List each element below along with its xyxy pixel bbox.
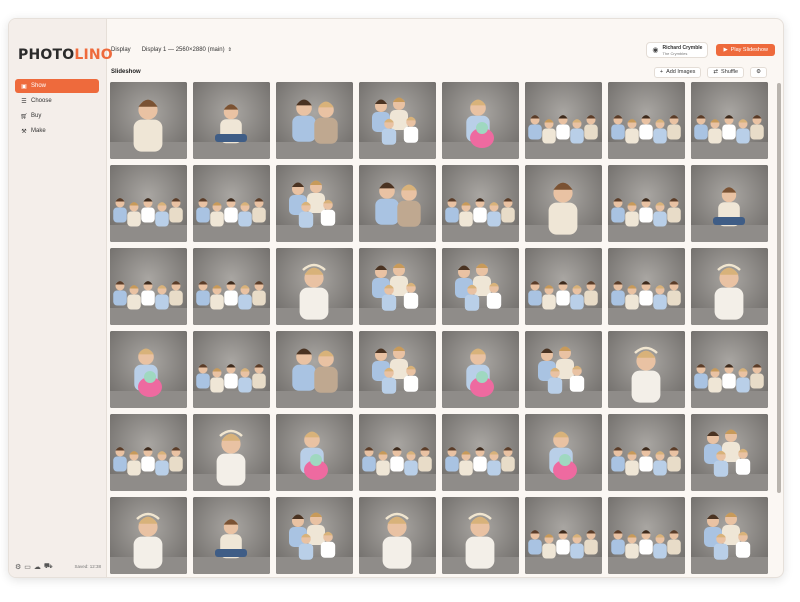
- user-account-button[interactable]: ◉ Richard Crymble The Crymbles: [646, 42, 709, 58]
- photo-thumbnail[interactable]: [276, 165, 353, 242]
- chevron-updown-icon: ⇕: [227, 47, 232, 53]
- sidebar-item-label: Make: [31, 128, 46, 134]
- shuffle-label: Shuffle: [721, 69, 739, 75]
- sidebar-footer: ⚙ ▭ ☁ ⛟ Saved: 12:38: [15, 562, 101, 571]
- sidebar-item-label: Buy: [31, 113, 42, 119]
- settings-button[interactable]: ⚙: [750, 66, 767, 78]
- sidebar-item-label: Choose: [31, 98, 52, 104]
- display-label: Display: [111, 47, 131, 53]
- cart-icon: 🛒︎: [20, 113, 28, 120]
- app-logo: PHOTOLINO: [18, 47, 113, 63]
- sidebar: PHOTOLINO ▣ Show ☰ Choose 🛒︎ Buy ⚒ Make …: [9, 19, 113, 577]
- photo-grid: [110, 82, 772, 574]
- photo-thumbnail[interactable]: [193, 414, 270, 491]
- photo-thumbnail[interactable]: [110, 82, 187, 159]
- sidebar-item-label: Show: [31, 83, 47, 89]
- photo-thumbnail[interactable]: [525, 497, 602, 574]
- photo-thumbnail[interactable]: [110, 414, 187, 491]
- top-toolbar: Display Display 1 — 2560×2880 (main) ⇕ ◉…: [111, 41, 775, 59]
- photo-thumbnail[interactable]: [608, 497, 685, 574]
- photo-thumbnail[interactable]: [276, 414, 353, 491]
- display-select[interactable]: Display 1 — 2560×2880 (main) ⇕: [139, 44, 235, 56]
- truck-icon[interactable]: ⛟: [44, 562, 53, 571]
- photo-thumbnail[interactable]: [525, 82, 602, 159]
- add-images-button[interactable]: + Add Images: [653, 66, 702, 78]
- gear-icon: ⚙: [756, 69, 761, 75]
- photo-thumbnail[interactable]: [525, 414, 602, 491]
- add-images-label: Add Images: [666, 69, 696, 75]
- photo-thumbnail[interactable]: [442, 414, 519, 491]
- slideshow-icon: ▣: [21, 83, 27, 90]
- photo-thumbnail[interactable]: [525, 248, 602, 325]
- play-slideshow-button[interactable]: ▶ Play Slideshow: [716, 44, 775, 56]
- photo-thumbnail[interactable]: [442, 82, 519, 159]
- app-window: PHOTOLINO ▣ Show ☰ Choose 🛒︎ Buy ⚒ Make …: [8, 18, 784, 578]
- sidebar-item-buy[interactable]: 🛒︎ Buy: [15, 109, 99, 123]
- section-title: Slideshow: [111, 69, 141, 75]
- sidebar-item-show[interactable]: ▣ Show: [15, 79, 99, 93]
- photo-thumbnail[interactable]: [691, 165, 768, 242]
- slideshow-header: Slideshow + Add Images ⇄ Shuffle ⚙: [111, 65, 775, 79]
- user-team: The Crymbles: [662, 50, 688, 56]
- photo-thumbnail[interactable]: [608, 248, 685, 325]
- cloud-icon[interactable]: ☁: [34, 563, 41, 571]
- chat-icon[interactable]: ▭: [24, 563, 31, 571]
- photo-thumbnail[interactable]: [193, 497, 270, 574]
- photo-thumbnail[interactable]: [193, 248, 270, 325]
- photo-thumbnail[interactable]: [359, 331, 436, 408]
- photo-thumbnail[interactable]: [110, 165, 187, 242]
- photo-thumbnail[interactable]: [276, 82, 353, 159]
- gear-icon[interactable]: ⚙: [15, 563, 21, 571]
- display-value: Display 1 — 2560×2880 (main): [141, 47, 225, 53]
- photo-thumbnail[interactable]: [276, 331, 353, 408]
- photo-thumbnail[interactable]: [110, 248, 187, 325]
- photo-thumbnail[interactable]: [110, 497, 187, 574]
- photo-thumbnail[interactable]: [359, 414, 436, 491]
- photo-thumbnail[interactable]: [442, 248, 519, 325]
- photo-thumbnail[interactable]: [359, 82, 436, 159]
- photo-thumbnail[interactable]: [442, 497, 519, 574]
- shuffle-button[interactable]: ⇄ Shuffle: [707, 66, 745, 78]
- saved-status: Saved: 12:38: [74, 564, 101, 569]
- play-slideshow-label: Play Slideshow: [730, 47, 768, 53]
- photo-thumbnail[interactable]: [442, 165, 519, 242]
- photo-thumbnail[interactable]: [276, 248, 353, 325]
- sidebar-item-choose[interactable]: ☰ Choose: [15, 94, 99, 108]
- photo-thumbnail[interactable]: [608, 414, 685, 491]
- photo-thumbnail[interactable]: [691, 414, 768, 491]
- checklist-icon: ☰: [21, 98, 27, 105]
- photo-thumbnail[interactable]: [359, 248, 436, 325]
- photo-thumbnail[interactable]: [525, 165, 602, 242]
- photo-thumbnail[interactable]: [193, 165, 270, 242]
- photo-thumbnail[interactable]: [525, 331, 602, 408]
- photo-thumbnail[interactable]: [193, 331, 270, 408]
- photo-thumbnail[interactable]: [276, 497, 353, 574]
- photo-thumbnail[interactable]: [691, 82, 768, 159]
- photo-thumbnail[interactable]: [608, 165, 685, 242]
- photo-thumbnail[interactable]: [110, 331, 187, 408]
- user-name: Richard Crymble: [662, 44, 703, 51]
- play-icon: ▶: [723, 47, 728, 53]
- slideshow-tools: + Add Images ⇄ Shuffle ⚙: [653, 66, 767, 78]
- photo-thumbnail[interactable]: [359, 497, 436, 574]
- scrollbar[interactable]: [777, 83, 781, 493]
- photo-thumbnail[interactable]: [691, 497, 768, 574]
- sidebar-nav: ▣ Show ☰ Choose 🛒︎ Buy ⚒ Make: [15, 79, 99, 139]
- photo-thumbnail[interactable]: [691, 248, 768, 325]
- photo-thumbnail[interactable]: [359, 165, 436, 242]
- plus-icon: +: [659, 69, 664, 75]
- photo-thumbnail[interactable]: [608, 331, 685, 408]
- wrench-icon: ⚒: [21, 128, 27, 135]
- photo-thumbnail[interactable]: [691, 331, 768, 408]
- photo-thumbnail[interactable]: [193, 82, 270, 159]
- shuffle-icon: ⇄: [713, 69, 719, 75]
- photo-thumbnail[interactable]: [608, 82, 685, 159]
- photo-thumbnail[interactable]: [442, 331, 519, 408]
- sidebar-item-make[interactable]: ⚒ Make: [15, 124, 99, 138]
- user-icon: ◉: [652, 47, 659, 54]
